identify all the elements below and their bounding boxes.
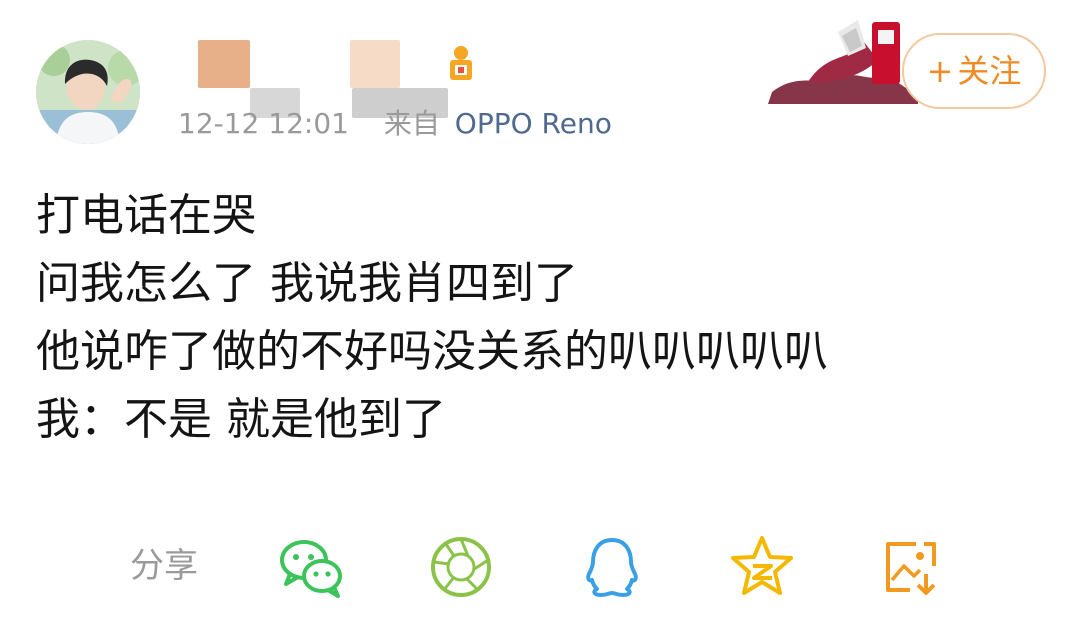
username-redaction [350, 40, 400, 88]
qq-icon [586, 538, 638, 597]
post-source-device[interactable]: OPPO Reno [455, 107, 612, 140]
follow-button[interactable]: + 关注 [902, 33, 1046, 109]
follow-label: 关注 [957, 52, 1022, 90]
post-source-prefix: 来自 [383, 107, 440, 140]
post-line: 他说咋了做的不好吗没关系的叭叭叭叭叭 [36, 326, 828, 377]
wechat-share-button[interactable] [276, 532, 346, 602]
qzone-icon [731, 536, 793, 595]
card-decoration-icon [768, 12, 918, 104]
post-timestamp: 12-12 12:01 [178, 107, 349, 140]
save-image-button[interactable] [876, 532, 946, 602]
save-image-icon [886, 542, 936, 595]
vip-badge-icon [444, 44, 478, 84]
avatar-image [36, 40, 140, 144]
qq-share-button[interactable] [577, 532, 647, 602]
post-meta: 12-12 12:01 来自 OPPO Reno [178, 104, 612, 144]
post-line: 打电话在哭 [36, 190, 256, 241]
moments-icon [431, 537, 491, 597]
avatar[interactable] [36, 40, 140, 144]
username-redaction [198, 40, 250, 88]
wechat-icon [280, 540, 342, 598]
post-body: 打电话在哭 问我怎么了 我说我肖四到了 他说咋了做的不好吗没关系的叭叭叭叭叭 我… [36, 182, 1056, 454]
post-line: 我：不是 就是他到了 [36, 394, 446, 445]
share-label: 分享 [130, 546, 198, 586]
moments-share-button[interactable] [426, 532, 496, 602]
post-line: 问我怎么了 我说我肖四到了 [36, 258, 578, 309]
qzone-share-button[interactable] [727, 532, 797, 602]
plus-icon: + [926, 52, 954, 90]
